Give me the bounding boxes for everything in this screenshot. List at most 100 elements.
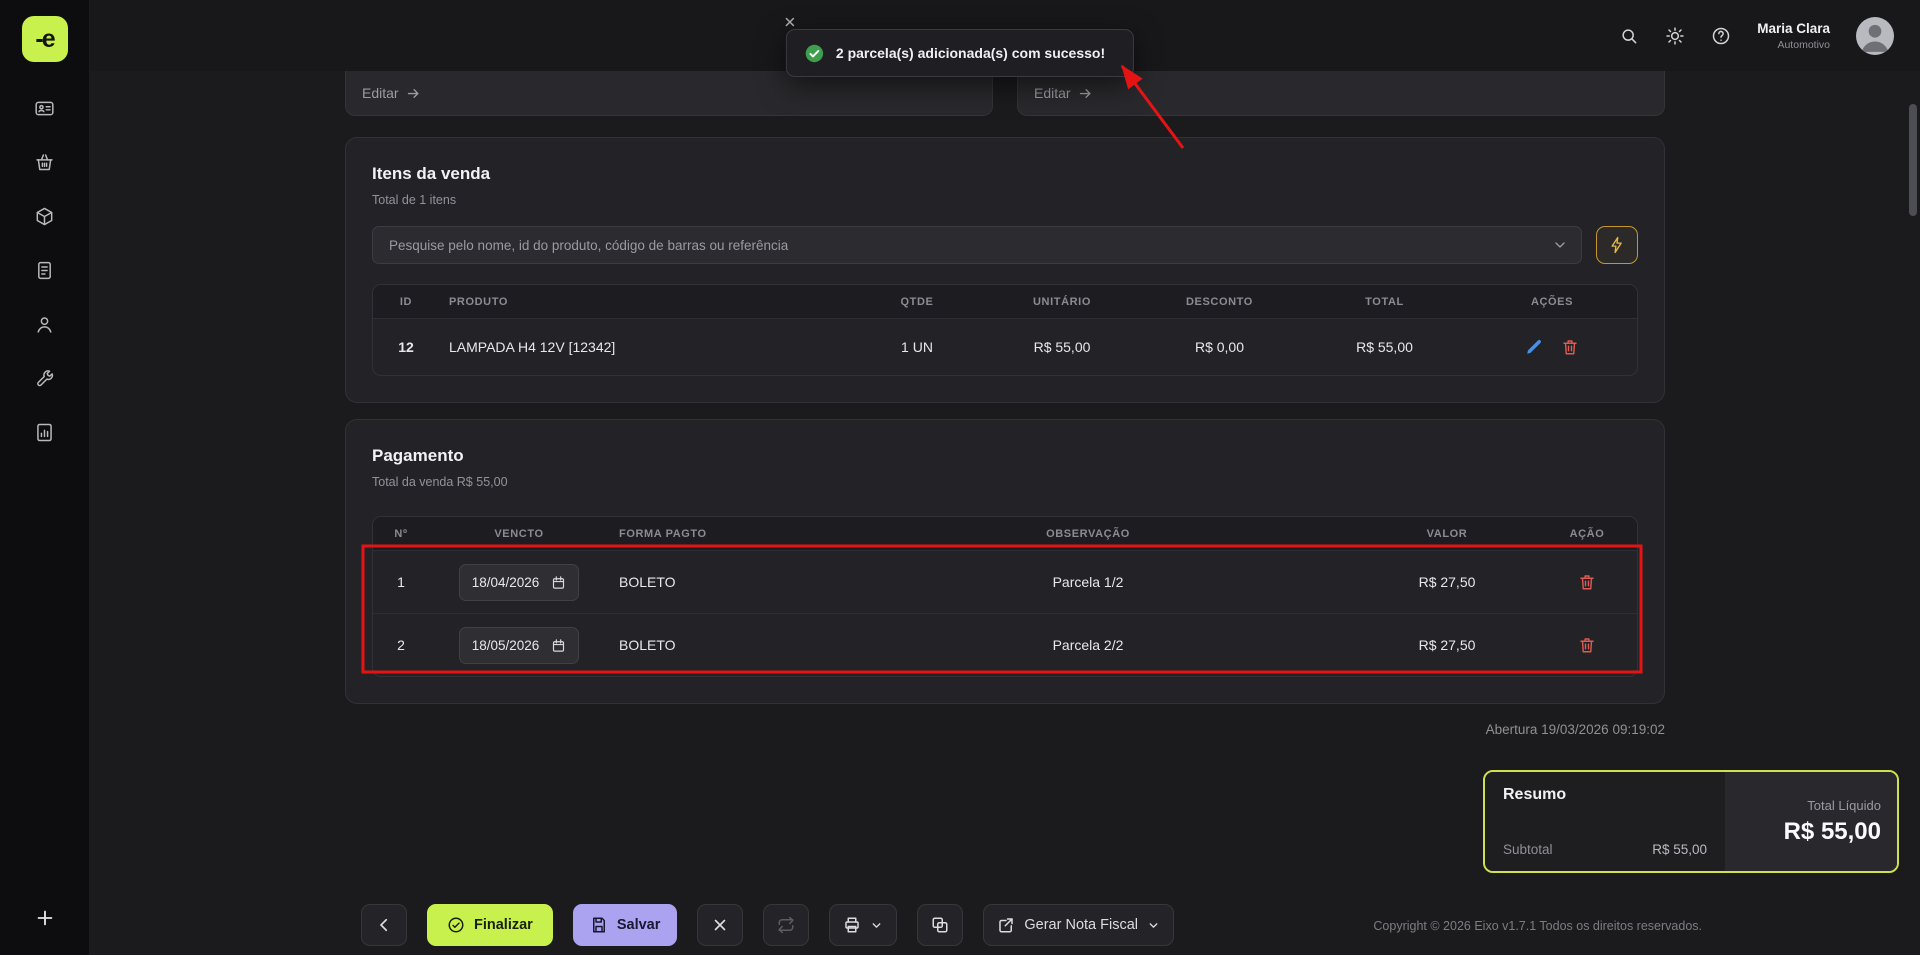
- sidebar: -e: [0, 0, 90, 955]
- subtotal-row: Subtotal R$ 55,00: [1503, 842, 1707, 857]
- copy-icon: [931, 916, 949, 934]
- avatar[interactable]: [1856, 17, 1894, 55]
- installment-value: R$ 27,50: [1357, 637, 1537, 653]
- customer-icon[interactable]: [34, 314, 55, 335]
- repeat-icon: [777, 916, 795, 934]
- quick-add-button[interactable]: [1596, 226, 1638, 264]
- col-header: DESCONTO: [1137, 296, 1302, 308]
- success-check-icon: [805, 44, 824, 63]
- summary-total-pane: Total Líquido R$ 55,00: [1725, 772, 1897, 871]
- col-header: FORMA PAGTO: [609, 528, 819, 540]
- col-header: VALOR: [1357, 528, 1537, 540]
- payment-card-subtitle: Total da venda R$ 55,00: [372, 474, 1638, 490]
- success-toast: 2 parcela(s) adicionada(s) com sucesso!: [786, 29, 1134, 77]
- summary-left: Resumo Subtotal R$ 55,00: [1485, 772, 1725, 871]
- duplicate-button[interactable]: [917, 904, 963, 946]
- copyright-text: Copyright © 2026 Eixo v1.7.1 Todos os di…: [1373, 919, 1702, 933]
- items-table-header: ID PRODUTO QTDE UNITÁRIO DESCONTO TOTAL …: [373, 285, 1637, 318]
- content: Maria Clara Automotivo Editar: [90, 0, 1920, 955]
- cancel-button[interactable]: [697, 904, 743, 946]
- back-button[interactable]: [361, 904, 407, 946]
- id-card-icon[interactable]: [34, 98, 55, 119]
- help-icon[interactable]: [1711, 26, 1731, 46]
- main-area: Editar Editar Itens da venda: [90, 71, 1920, 955]
- calendar-icon: [551, 575, 566, 590]
- due-date-cell: 18/05/2026: [429, 627, 609, 664]
- order-list-icon[interactable]: [34, 260, 55, 281]
- table-row: 12 LAMPADA H4 12V [12342] 1 UN R$ 55,00 …: [373, 318, 1637, 375]
- trash-icon[interactable]: [1578, 573, 1596, 591]
- user-role: Automotivo: [1777, 39, 1830, 51]
- col-header: AÇÕES: [1467, 296, 1637, 308]
- edit-icon[interactable]: [1525, 338, 1543, 356]
- item-product: LAMPADA H4 12V [12342]: [439, 339, 847, 355]
- installment-value: R$ 27,50: [1357, 574, 1537, 590]
- col-header: QTDE: [847, 296, 987, 308]
- payment-method: BOLETO: [609, 637, 819, 653]
- generate-invoice-button[interactable]: Gerar Nota Fiscal: [983, 904, 1174, 946]
- chevron-left-icon: [375, 916, 393, 934]
- subtotal-label: Subtotal: [1503, 842, 1553, 857]
- edit-link-label: Editar: [1034, 85, 1071, 101]
- items-card-title: Itens da venda: [372, 164, 1638, 184]
- arrow-right-icon: [406, 86, 421, 101]
- scrollbar-thumb[interactable]: [1909, 104, 1917, 216]
- col-header: UNITÁRIO: [987, 296, 1137, 308]
- trash-icon[interactable]: [1561, 338, 1579, 356]
- external-link-icon: [997, 916, 1015, 934]
- item-qty: 1 UN: [847, 339, 987, 355]
- basket-icon[interactable]: [34, 152, 55, 173]
- installment-actions: [1537, 573, 1637, 591]
- table-row: 2 18/05/2026 BOLETO Parcela 2/2: [373, 613, 1637, 676]
- save-icon: [590, 916, 608, 934]
- action-toolbar: Finalizar Salvar: [361, 904, 1174, 946]
- installment-number: 1: [373, 574, 429, 590]
- item-actions: [1467, 338, 1637, 356]
- print-button[interactable]: [829, 904, 897, 946]
- item-unit-price: R$ 55,00: [987, 339, 1137, 355]
- trash-icon[interactable]: [1578, 636, 1596, 654]
- table-row: 1 18/04/2026 BOLETO Parcela 1/2: [373, 550, 1637, 613]
- page-container: Editar Editar Itens da venda: [345, 71, 1665, 737]
- tools-icon[interactable]: [34, 368, 55, 389]
- col-header: TOTAL: [1302, 296, 1467, 308]
- total-value: R$ 55,00: [1784, 818, 1881, 846]
- items-card-subtitle: Total de 1 itens: [372, 192, 1638, 208]
- save-label: Salvar: [617, 917, 661, 933]
- items-table: ID PRODUTO QTDE UNITÁRIO DESCONTO TOTAL …: [372, 284, 1638, 376]
- col-header: VENCTO: [429, 528, 609, 540]
- search-icon[interactable]: [1619, 26, 1639, 46]
- summary-title: Resumo: [1503, 786, 1707, 804]
- printer-icon: [843, 916, 861, 934]
- app-logo[interactable]: -e: [22, 16, 68, 62]
- report-icon[interactable]: [34, 422, 55, 443]
- repeat-button[interactable]: [763, 904, 809, 946]
- finalize-label: Finalizar: [474, 917, 533, 933]
- product-search-input[interactable]: [372, 226, 1582, 264]
- payment-card: Pagamento Total da venda R$ 55,00 Nº VEN…: [345, 419, 1665, 704]
- sale-items-card: Itens da venda Total de 1 itens: [345, 137, 1665, 403]
- chevron-down-icon: [1147, 919, 1160, 932]
- save-button[interactable]: Salvar: [573, 904, 678, 946]
- calendar-icon: [551, 638, 566, 653]
- user-menu[interactable]: Maria Clara Automotivo: [1757, 21, 1830, 51]
- col-header: PRODUTO: [439, 296, 847, 308]
- payment-card-title: Pagamento: [372, 446, 1638, 466]
- brightness-icon[interactable]: [1665, 26, 1685, 46]
- payment-table: Nº VENCTO FORMA PAGTO OBSERVAÇÃO VALOR A…: [372, 516, 1638, 677]
- product-search-row: [372, 226, 1638, 264]
- edit-vehicle-link[interactable]: Editar: [1017, 71, 1665, 116]
- edit-client-link[interactable]: Editar: [345, 71, 993, 116]
- app-logo-text: -e: [35, 25, 53, 54]
- generate-invoice-label: Gerar Nota Fiscal: [1024, 917, 1138, 933]
- subtotal-value: R$ 55,00: [1652, 842, 1707, 857]
- due-date-input[interactable]: 18/05/2026: [459, 627, 580, 664]
- package-icon[interactable]: [34, 206, 55, 227]
- add-icon[interactable]: [34, 907, 56, 929]
- due-date-input[interactable]: 18/04/2026: [459, 564, 580, 601]
- col-header: AÇÃO: [1537, 528, 1637, 540]
- toast-close-icon[interactable]: [783, 15, 797, 29]
- finalize-button[interactable]: Finalizar: [427, 904, 553, 946]
- lightning-icon: [1608, 236, 1626, 254]
- col-header: OBSERVAÇÃO: [819, 528, 1357, 540]
